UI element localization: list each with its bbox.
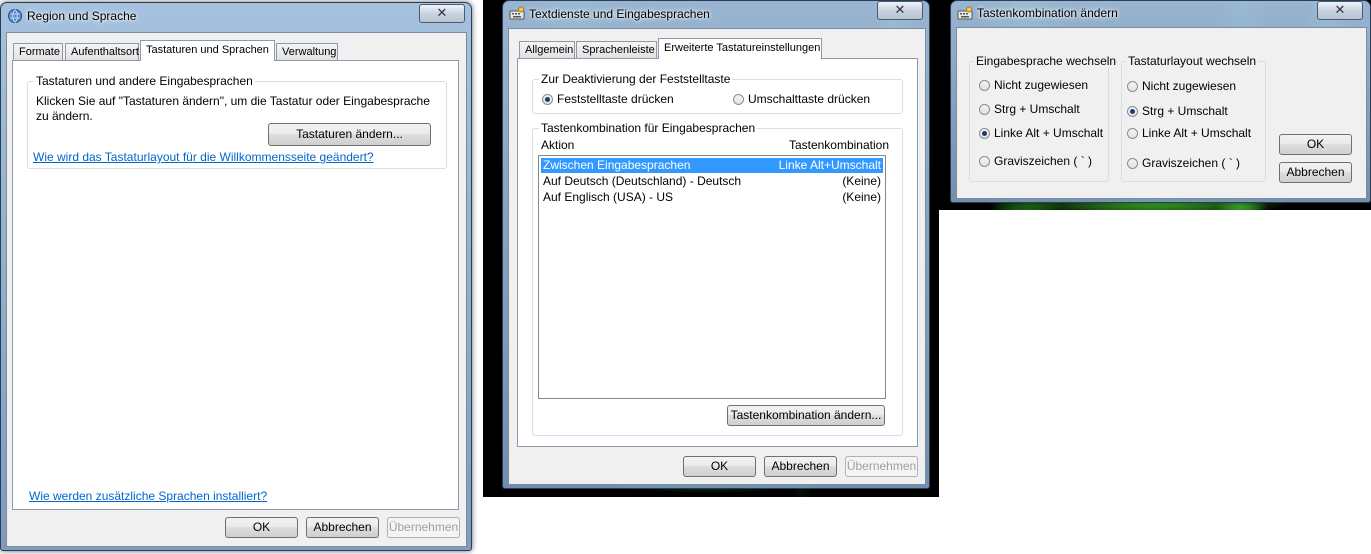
- radio-unchecked-icon: [733, 94, 744, 105]
- column-header-action: Aktion: [541, 138, 575, 152]
- close-button[interactable]: ✕: [877, 1, 923, 20]
- change-hotkey-button[interactable]: Tastenkombination ändern...: [727, 405, 885, 426]
- radio-checked-icon: [542, 94, 553, 105]
- caps-lock-group: Zur Deaktivierung der Feststelltaste Fes…: [532, 72, 903, 114]
- apply-button[interactable]: Übernehmen: [387, 517, 460, 538]
- description-line-1: Klicken Sie auf "Tastaturen ändern", um …: [36, 94, 430, 108]
- description-line-2: zu ändern.: [36, 109, 93, 123]
- radio-unchecked-icon: [979, 156, 990, 167]
- layout-option-grave[interactable]: Graviszeichen ( ` ): [1127, 156, 1240, 170]
- caps-lock-option-feststelltaste[interactable]: Feststelltaste drücken: [542, 92, 674, 106]
- lang-option-ctrl-shift[interactable]: Strg + Umschalt: [979, 102, 1080, 116]
- text-services-window: Textdienste und Eingabesprachen ✕ Allgem…: [502, 0, 930, 489]
- tab-allgemein[interactable]: Allgemein: [519, 41, 575, 59]
- lang-option-not-assigned[interactable]: Nicht zugewiesen: [979, 78, 1088, 92]
- window-title: Tastenkombination ändern: [977, 6, 1118, 20]
- keyboard-layout-group-title: Tastaturlayout wechseln: [1126, 54, 1259, 68]
- radio-unchecked-icon: [979, 104, 990, 115]
- group-title: Tastaturen und andere Eingabesprachen: [34, 74, 255, 88]
- close-button[interactable]: ✕: [1317, 1, 1363, 20]
- tab-formate[interactable]: Formate: [13, 43, 63, 61]
- globe-icon: [7, 8, 23, 24]
- layout-option-left-alt-shift[interactable]: Linke Alt + Umschalt: [1127, 126, 1251, 140]
- hotkey-list[interactable]: Zwischen Eingabesprachen Linke Alt+Umscha…: [538, 155, 886, 399]
- apply-button[interactable]: Übernehmen: [845, 456, 918, 477]
- keyboard-icon: [957, 6, 973, 22]
- radio-checked-icon: [979, 128, 990, 139]
- change-keyboards-button[interactable]: Tastaturen ändern...: [268, 123, 431, 146]
- lang-option-grave[interactable]: Graviszeichen ( ` ): [979, 154, 1092, 168]
- list-item[interactable]: Auf Deutsch (Deutschland) - Deutsch (Kein…: [541, 174, 883, 189]
- radio-unchecked-icon: [1127, 128, 1138, 139]
- ok-button[interactable]: OK: [225, 517, 298, 538]
- close-button[interactable]: ✕: [419, 4, 465, 23]
- hotkey-group: Tastenkombination für Eingabesprachen Ak…: [532, 121, 903, 436]
- list-item[interactable]: Zwischen Eingabesprachen Linke Alt+Umscha…: [541, 158, 883, 173]
- region-language-window: Region und Sprache ✕ Formate Aufenthalts…: [0, 2, 472, 551]
- tab-panel: Tastaturen und andere Eingabesprachen Kl…: [12, 60, 459, 510]
- keyboard-layout-group: Tastaturlayout wechseln Nicht zugewiesen…: [1121, 54, 1266, 182]
- radio-unchecked-icon: [979, 80, 990, 91]
- caps-lock-group-title: Zur Deaktivierung der Feststelltaste: [539, 72, 733, 86]
- window-title: Region und Sprache: [27, 9, 137, 23]
- radio-checked-icon: [1127, 106, 1138, 117]
- title-bar[interactable]: Region und Sprache ✕: [1, 3, 471, 29]
- dialog-body: Allgemein Sprachenleiste Erweiterte Tast…: [508, 28, 926, 485]
- radio-unchecked-icon: [1127, 158, 1138, 169]
- title-bar[interactable]: Tastenkombination ändern ✕: [951, 1, 1370, 27]
- cancel-button[interactable]: Abbrechen: [1279, 162, 1352, 183]
- keyboard-icon: [509, 6, 525, 22]
- layout-option-not-assigned[interactable]: Nicht zugewiesen: [1127, 79, 1236, 93]
- close-icon: ✕: [436, 5, 448, 20]
- tab-aufenthaltsort[interactable]: Aufenthaltsort: [65, 43, 139, 61]
- tab-sprachenleiste[interactable]: Sprachenleiste: [576, 41, 657, 59]
- column-header-hotkey: Tastenkombination: [788, 138, 889, 152]
- tab-verwaltung[interactable]: Verwaltung: [276, 43, 338, 61]
- cancel-button[interactable]: Abbrechen: [306, 517, 379, 538]
- ok-button[interactable]: OK: [1279, 134, 1352, 155]
- title-bar[interactable]: Textdienste und Eingabesprachen ✕: [503, 1, 929, 27]
- close-icon: ✕: [894, 2, 906, 17]
- install-languages-link[interactable]: Wie werden zusätzliche Sprachen installi…: [29, 489, 267, 503]
- caps-lock-option-umschalttaste[interactable]: Umschalttaste drücken: [733, 92, 870, 106]
- dialog-body: Eingabesprache wechseln Nicht zugewiesen…: [956, 27, 1367, 199]
- list-item[interactable]: Auf Englisch (USA) - US (Keine): [541, 190, 883, 205]
- ok-button[interactable]: OK: [683, 456, 756, 477]
- layout-option-ctrl-shift[interactable]: Strg + Umschalt: [1127, 104, 1228, 118]
- tab-tastaturen-und-sprachen[interactable]: Tastaturen und Sprachen: [140, 40, 275, 61]
- window-title: Textdienste und Eingabesprachen: [529, 7, 710, 21]
- lang-option-left-alt-shift[interactable]: Linke Alt + Umschalt: [979, 126, 1103, 140]
- dialog-body: Formate Aufenthaltsort Tastaturen und Sp…: [6, 32, 467, 547]
- tab-erweiterte-tastatureinstellungen[interactable]: Erweiterte Tastatureinstellungen: [658, 38, 822, 59]
- close-icon: ✕: [1334, 2, 1346, 17]
- hotkey-group-title: Tastenkombination für Eingabesprachen: [539, 121, 758, 135]
- radio-unchecked-icon: [1127, 81, 1138, 92]
- tab-panel: Zur Deaktivierung der Feststelltaste Fes…: [517, 58, 918, 447]
- cancel-button[interactable]: Abbrechen: [764, 456, 837, 477]
- input-language-group: Eingabesprache wechseln Nicht zugewiesen…: [969, 54, 1119, 182]
- input-language-group-title: Eingabesprache wechseln: [974, 54, 1119, 68]
- welcome-screen-keyboard-link[interactable]: Wie wird das Tastaturlayout für die Will…: [33, 150, 374, 164]
- change-hotkey-window: Tastenkombination ändern ✕ Eingabesprach…: [950, 0, 1371, 203]
